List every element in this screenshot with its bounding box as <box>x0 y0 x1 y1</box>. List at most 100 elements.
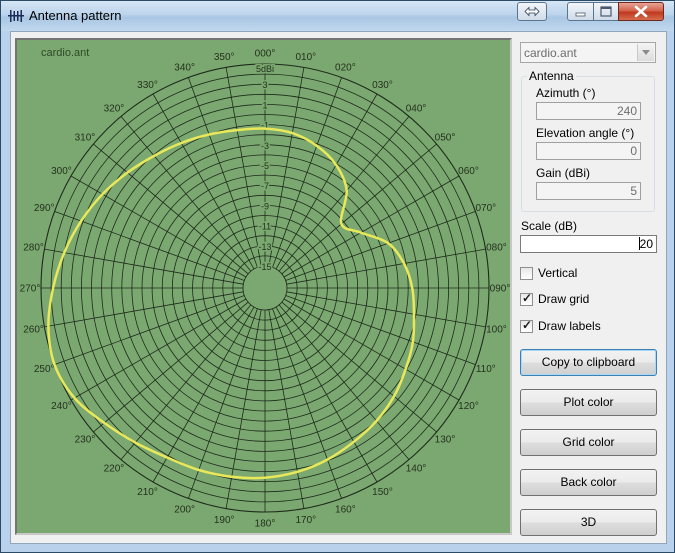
grid-spoke <box>268 67 305 267</box>
copy-to-clipboard-button[interactable]: Copy to clipboard <box>520 349 657 376</box>
azimuth-tick-label: 060° <box>458 166 479 177</box>
azimuth-tick-label: 000° <box>255 49 276 60</box>
draw-grid-checkbox[interactable]: ✓ <box>520 291 533 306</box>
elevation-field[interactable]: 0 <box>536 142 641 160</box>
azimuth-tick-label: 160° <box>335 504 356 515</box>
grid-ring <box>242 265 288 311</box>
azimuth-tick-label: 220° <box>104 464 125 475</box>
azimuth-tick-label: 200° <box>174 504 195 515</box>
grid-spoke <box>44 291 244 328</box>
plot-color-button[interactable]: Plot color <box>520 389 657 416</box>
azimuth-tick-label: 300° <box>51 166 72 177</box>
double-arrow-icon <box>524 6 540 17</box>
grid-spoke <box>283 298 460 401</box>
gain-field[interactable]: 5 <box>536 182 641 200</box>
grid-spoke <box>275 306 378 483</box>
antenna-file-select-value: cardio.ant <box>524 46 577 60</box>
scale-field[interactable]: 20 <box>520 235 657 253</box>
azimuth-tick-label: 030° <box>372 80 393 91</box>
azimuth-tick-label: 190° <box>214 515 235 526</box>
grid-spoke <box>93 301 249 433</box>
vertical-checkbox[interactable] <box>520 267 533 280</box>
azimuth-tick-label: 100° <box>486 324 507 335</box>
grid-spoke <box>283 175 460 278</box>
azimuth-tick-label: 130° <box>435 435 456 446</box>
azimuth-tick-label: 050° <box>435 132 456 143</box>
grid-spoke <box>286 291 486 328</box>
azimuth-field[interactable]: 240 <box>536 102 641 120</box>
gain-tick-label: -5 <box>261 161 269 171</box>
gain-label: Gain (dBi) <box>536 166 591 180</box>
azimuth-tick-label: 170° <box>295 515 316 526</box>
azimuth-tick-label: 290° <box>34 203 55 214</box>
back-color-button[interactable]: Back color <box>520 469 657 496</box>
azimuth-tick-label: 150° <box>372 487 393 498</box>
azimuth-tick-label: 310° <box>75 132 96 143</box>
azimuth-tick-label: 320° <box>104 103 125 114</box>
3d-button[interactable]: 3D <box>520 509 657 536</box>
azimuth-tick-label: 110° <box>476 364 496 375</box>
azimuth-tick-label: 260° <box>23 324 44 335</box>
azimuth-tick-label: 140° <box>406 464 427 475</box>
grid-spoke <box>286 248 486 285</box>
gain-tick-label: -9 <box>261 201 269 211</box>
azimuth-tick-label: 330° <box>137 80 158 91</box>
checkmark-icon: ✓ <box>522 291 533 305</box>
grid-spoke <box>281 143 437 275</box>
grid-spoke <box>93 143 249 275</box>
azimuth-tick-label: 070° <box>475 203 496 214</box>
azimuth-tick-label: 120° <box>458 401 479 412</box>
azimuth-tick-label: 020° <box>335 63 356 74</box>
grid-spoke <box>268 309 305 509</box>
close-icon <box>634 5 648 18</box>
maximize-icon <box>600 6 612 17</box>
window-title: Antenna pattern <box>29 8 122 23</box>
minimize-icon <box>575 12 586 17</box>
grid-color-button[interactable]: Grid color <box>520 429 657 456</box>
gain-tick-label: -7 <box>261 181 269 191</box>
grid-spoke <box>278 304 410 460</box>
minimize-button[interactable] <box>567 2 594 21</box>
plot-filename: cardio.ant <box>41 47 90 59</box>
gain-tick-label: -11 <box>259 222 271 232</box>
vertical-checkbox-label[interactable]: Vertical <box>538 266 577 280</box>
grid-spoke <box>120 304 252 460</box>
draw-labels-checkbox[interactable]: ✓ <box>520 318 533 333</box>
azimuth-tick-label: 340° <box>174 63 195 74</box>
azimuth-tick-label: 010° <box>295 52 316 63</box>
grid-spoke <box>70 298 247 401</box>
azimuth-tick-label: 250° <box>34 364 55 375</box>
azimuth-tick-label: 230° <box>75 435 96 446</box>
grid-spoke <box>70 175 247 278</box>
gain-tick-label: -3 <box>261 141 269 151</box>
azimuth-tick-label: 350° <box>214 52 235 63</box>
maximize-button[interactable] <box>593 2 619 21</box>
grid-spoke <box>152 93 255 270</box>
polar-chart: 000° 010° 020° 030° 040° 050° 060° 070° 080° 090°… <box>20 49 510 530</box>
back-button[interactable] <box>517 2 547 21</box>
gain-tick-label: -13 <box>258 242 271 252</box>
grid-spoke <box>275 93 378 270</box>
title-bar[interactable]: Antenna pattern <box>1 1 674 31</box>
antenna-pattern-plot[interactable]: 000° 010° 020° 030° 040° 050° 060° 070° 080° 090°… <box>17 40 510 533</box>
scale-value: 20 <box>639 237 653 251</box>
chevron-down-icon[interactable] <box>637 44 654 61</box>
azimuth-tick-label: 210° <box>137 487 158 498</box>
gain-unit-label: 5dBi <box>256 64 274 74</box>
checkmark-icon: ✓ <box>522 318 533 332</box>
azimuth-tick-label: 180° <box>255 519 276 530</box>
draw-grid-checkbox-label[interactable]: Draw grid <box>538 292 589 306</box>
grid-spoke <box>278 116 410 272</box>
draw-labels-checkbox-label[interactable]: Draw labels <box>538 319 601 333</box>
grid-spoke <box>152 306 255 483</box>
gain-tick-label: -15 <box>258 262 271 272</box>
grid-spoke <box>120 116 252 272</box>
close-button[interactable] <box>618 2 664 21</box>
antenna-group-legend: Antenna <box>527 69 576 83</box>
azimuth-tick-label: 080° <box>486 243 507 254</box>
azimuth-tick-label: 280° <box>23 243 44 254</box>
antenna-file-select[interactable]: cardio.ant <box>520 42 656 63</box>
azimuth-tick-label: 040° <box>406 103 427 114</box>
grid-spoke <box>44 248 244 285</box>
elevation-label: Elevation angle (°) <box>536 126 635 140</box>
